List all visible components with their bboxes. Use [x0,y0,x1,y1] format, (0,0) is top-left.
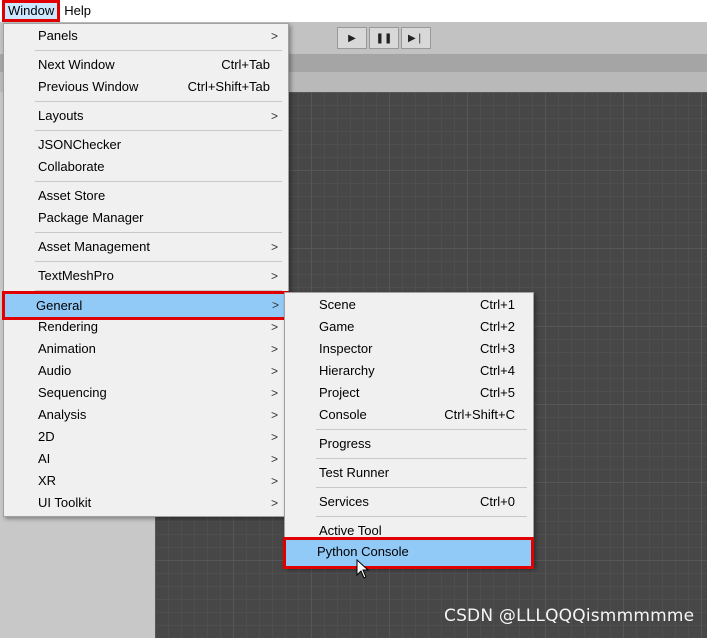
menu-item-collaborate[interactable]: Collaborate [6,156,286,178]
menu-help[interactable]: Help [60,0,95,22]
chevron-right-icon: > [270,452,278,466]
chevron-right-icon: > [270,364,278,378]
play-controls: ▶ ❚❚ ▶❘ [337,27,431,49]
menu-item-scene[interactable]: Scene Ctrl+1 [287,294,531,316]
menu-item-layouts[interactable]: Layouts > [6,105,286,127]
separator [316,429,527,430]
menu-item-project[interactable]: Project Ctrl+5 [287,382,531,404]
menu-item-progress[interactable]: Progress [287,433,531,455]
menu-item-ui-toolkit[interactable]: UI Toolkit > [6,492,286,514]
menu-item-animation[interactable]: Animation > [6,338,286,360]
menubar: Window Help [0,0,707,22]
separator [35,181,282,182]
separator [316,487,527,488]
chevron-right-icon: > [270,109,278,123]
menu-item-general[interactable]: General > [2,291,289,320]
menu-item-services[interactable]: Services Ctrl+0 [287,491,531,513]
chevron-right-icon: > [270,474,278,488]
play-button[interactable]: ▶ [337,27,367,49]
chevron-right-icon: > [270,386,278,400]
watermark: CSDN @LLLQQQismmmmme [444,606,695,626]
separator [35,261,282,262]
menu-item-package-manager[interactable]: Package Manager [6,207,286,229]
menu-item-jsonchecker[interactable]: JSONChecker [6,134,286,156]
chevron-right-icon: > [271,298,279,312]
chevron-right-icon: > [270,342,278,356]
menu-item-python-console[interactable]: Python Console [283,537,534,569]
chevron-right-icon: > [270,269,278,283]
menu-window[interactable]: Window [2,0,61,22]
step-button[interactable]: ▶❘ [401,27,431,49]
menu-item-textmeshpro[interactable]: TextMeshPro > [6,265,286,287]
chevron-right-icon: > [270,240,278,254]
general-submenu: Scene Ctrl+1 Game Ctrl+2 Inspector Ctrl+… [283,292,534,569]
separator [35,290,282,291]
pause-icon: ❚❚ [375,32,393,44]
separator [35,232,282,233]
separator [316,516,527,517]
menu-item-asset-management[interactable]: Asset Management > [6,236,286,258]
menu-item-previous-window[interactable]: Previous Window Ctrl+Shift+Tab [6,76,286,98]
menu-item-ai[interactable]: AI > [6,448,286,470]
menu-item-hierarchy[interactable]: Hierarchy Ctrl+4 [287,360,531,382]
menu-item-xr[interactable]: XR > [6,470,286,492]
menu-item-sequencing[interactable]: Sequencing > [6,382,286,404]
mouse-pointer-icon [356,559,370,579]
menu-item-asset-store[interactable]: Asset Store [6,185,286,207]
step-icon: ▶❘ [407,32,425,44]
menu-item-next-window[interactable]: Next Window Ctrl+Tab [6,54,286,76]
play-icon: ▶ [348,32,356,44]
menu-item-analysis[interactable]: Analysis > [6,404,286,426]
chevron-right-icon: > [270,320,278,334]
menu-item-rendering[interactable]: Rendering > [6,316,286,338]
menu-item-test-runner[interactable]: Test Runner [287,462,531,484]
menu-item-audio[interactable]: Audio > [6,360,286,382]
chevron-right-icon: > [270,430,278,444]
separator [35,50,282,51]
menu-item-inspector[interactable]: Inspector Ctrl+3 [287,338,531,360]
separator [35,130,282,131]
menu-item-game[interactable]: Game Ctrl+2 [287,316,531,338]
separator [316,458,527,459]
menu-item-2d[interactable]: 2D > [6,426,286,448]
chevron-right-icon: > [270,496,278,510]
separator [35,101,282,102]
window-menu: Panels > Next Window Ctrl+Tab Previous W… [2,23,289,517]
pause-button[interactable]: ❚❚ [369,27,399,49]
chevron-right-icon: > [270,29,278,43]
menu-item-panels[interactable]: Panels > [6,25,286,47]
menu-item-console[interactable]: Console Ctrl+Shift+C [287,404,531,426]
chevron-right-icon: > [270,408,278,422]
